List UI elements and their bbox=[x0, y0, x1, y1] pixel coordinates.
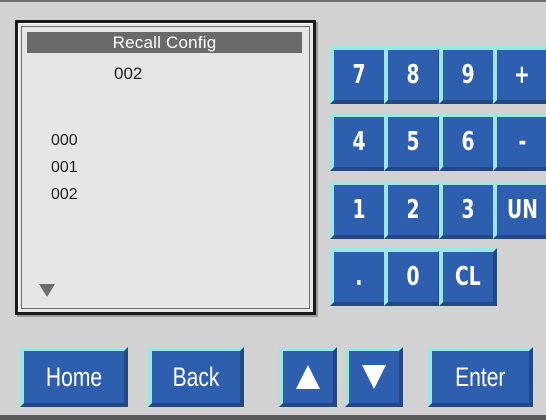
arrow-down-icon bbox=[362, 365, 386, 389]
config-list: 000 001 002 bbox=[51, 127, 78, 208]
lcd-inner-border: Recall Config 002 000 001 002 bbox=[21, 26, 310, 309]
key-decimal-label: . bbox=[355, 262, 363, 292]
key-units-label: UN bbox=[506, 195, 538, 225]
key-minus-label: - bbox=[518, 127, 526, 157]
key-6[interactable]: 6 bbox=[439, 113, 497, 171]
home-button[interactable]: Home bbox=[20, 347, 128, 407]
scroll-down-button[interactable] bbox=[345, 347, 403, 407]
key-3-label: 3 bbox=[461, 195, 475, 225]
top-border bbox=[0, 0, 546, 2]
back-button[interactable]: Back bbox=[148, 347, 244, 407]
lcd-display: Recall Config 002 000 001 002 bbox=[15, 20, 316, 315]
key-1-label: 1 bbox=[352, 195, 366, 225]
key-9[interactable]: 9 bbox=[439, 46, 497, 104]
key-1[interactable]: 1 bbox=[330, 181, 388, 239]
enter-button[interactable]: Enter bbox=[428, 347, 533, 407]
key-decimal[interactable]: . bbox=[330, 248, 388, 306]
key-4[interactable]: 4 bbox=[330, 113, 388, 171]
key-6-label: 6 bbox=[461, 127, 475, 157]
key-minus[interactable]: - bbox=[493, 113, 546, 171]
config-list-item[interactable]: 002 bbox=[51, 181, 78, 208]
key-5[interactable]: 5 bbox=[384, 113, 442, 171]
config-list-item[interactable]: 000 bbox=[51, 127, 78, 154]
key-3[interactable]: 3 bbox=[439, 181, 497, 239]
key-8[interactable]: 8 bbox=[384, 46, 442, 104]
scroll-up-button[interactable] bbox=[279, 347, 337, 407]
key-0-label: 0 bbox=[406, 262, 420, 292]
back-button-label: Back bbox=[172, 361, 220, 392]
key-2-label: 2 bbox=[406, 195, 420, 225]
key-clear-label: CL bbox=[455, 262, 481, 292]
key-9-label: 9 bbox=[461, 60, 475, 90]
key-0[interactable]: 0 bbox=[384, 248, 442, 306]
home-button-label: Home bbox=[45, 361, 103, 392]
config-list-item[interactable]: 001 bbox=[51, 154, 78, 181]
key-8-label: 8 bbox=[406, 60, 420, 90]
lcd-title: Recall Config bbox=[27, 32, 302, 53]
enter-button-label: Enter bbox=[455, 361, 506, 392]
key-4-label: 4 bbox=[352, 127, 366, 157]
key-7[interactable]: 7 bbox=[330, 46, 388, 104]
bottom-border bbox=[0, 415, 546, 420]
key-clear[interactable]: CL bbox=[439, 248, 497, 306]
key-plus[interactable]: + bbox=[493, 46, 546, 104]
lcd-current-value: 002 bbox=[114, 64, 143, 83]
key-2[interactable]: 2 bbox=[384, 181, 442, 239]
arrow-up-icon bbox=[296, 365, 320, 389]
key-units[interactable]: UN bbox=[493, 181, 546, 239]
key-5-label: 5 bbox=[406, 127, 420, 157]
scroll-down-indicator-icon bbox=[39, 284, 55, 297]
key-plus-label: + bbox=[514, 60, 530, 90]
key-7-label: 7 bbox=[352, 60, 366, 90]
